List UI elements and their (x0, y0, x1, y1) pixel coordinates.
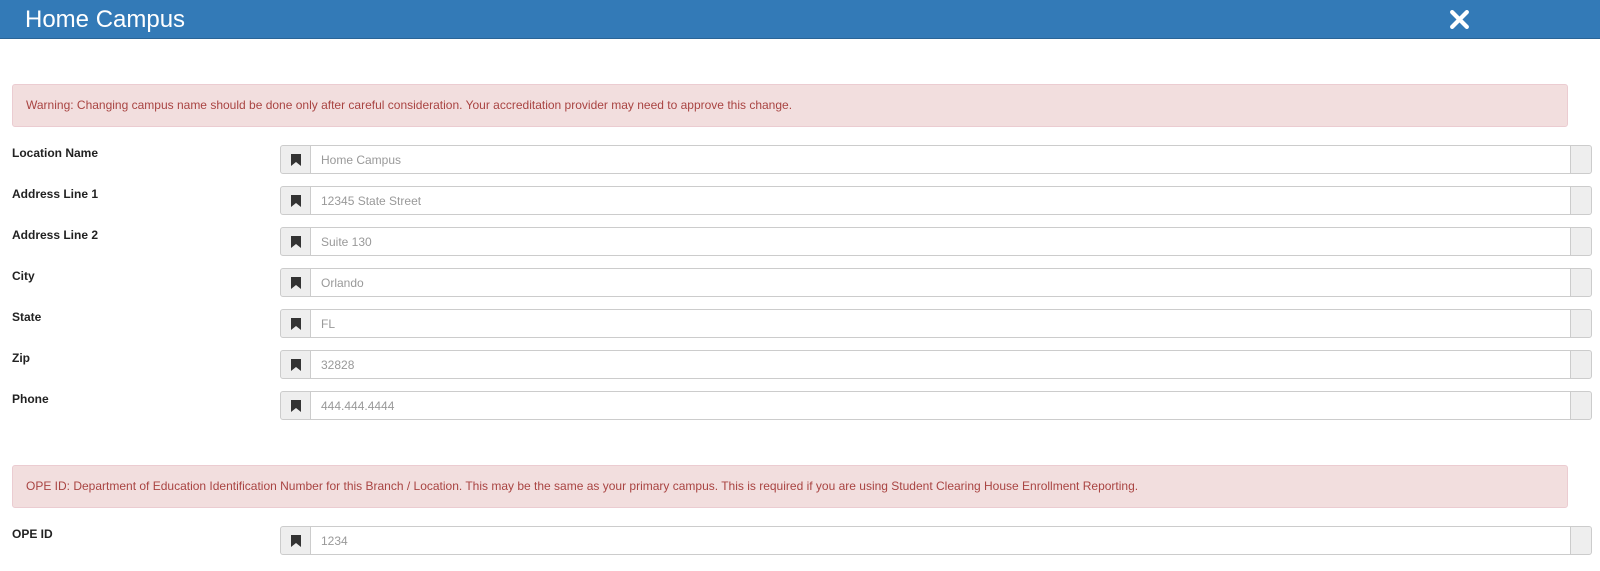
city-right-addon (1570, 268, 1592, 297)
zip-row: Zip (0, 350, 1600, 379)
phone-row: Phone (0, 391, 1600, 420)
address-line-2-group (280, 227, 1592, 256)
ope-id-label: OPE ID (12, 527, 53, 541)
bookmark-icon (280, 350, 311, 379)
ope-id-row: OPE ID (0, 526, 1600, 555)
address-line-2-label: Address Line 2 (12, 228, 99, 242)
state-input[interactable] (311, 309, 1570, 338)
bookmark-icon (280, 268, 311, 297)
modal-title: Home Campus (25, 6, 186, 33)
zip-input[interactable] (311, 350, 1570, 379)
ope-id-right-addon (1570, 526, 1592, 555)
phone-right-addon (1570, 391, 1592, 420)
location-name-input[interactable] (311, 145, 1570, 174)
zip-label: Zip (12, 351, 30, 365)
address-line-2-row: Address Line 2 (0, 227, 1600, 256)
location-name-group (280, 145, 1592, 174)
bookmark-icon (280, 186, 311, 215)
bookmark-icon (280, 227, 311, 256)
bookmark-icon (280, 526, 311, 555)
state-right-addon (1570, 309, 1592, 338)
address-line-2-input[interactable] (311, 227, 1570, 256)
zip-right-addon (1570, 350, 1592, 379)
location-name-right-addon (1570, 145, 1592, 174)
warning-alert: Warning: Changing campus name should be … (12, 84, 1568, 127)
state-row: State (0, 309, 1600, 338)
state-group (280, 309, 1592, 338)
address-line-1-input[interactable] (311, 186, 1570, 215)
phone-input[interactable] (311, 391, 1570, 420)
location-name-row: Location Name (0, 145, 1600, 174)
address-line-1-right-addon (1570, 186, 1592, 215)
zip-group (280, 350, 1592, 379)
city-row: City (0, 268, 1600, 297)
phone-group (280, 391, 1592, 420)
bookmark-icon (280, 145, 311, 174)
ope-id-input[interactable] (311, 526, 1570, 555)
warning-text: Warning: Changing campus name should be … (26, 98, 793, 112)
city-input[interactable] (311, 268, 1570, 297)
ope-info-text: OPE ID: Department of Education Identifi… (26, 479, 1139, 493)
address-line-1-group (280, 186, 1592, 215)
location-name-label: Location Name (12, 146, 99, 160)
close-icon[interactable] (1449, 9, 1470, 30)
bookmark-icon (280, 391, 311, 420)
modal-header: Home Campus (0, 0, 1600, 39)
city-group (280, 268, 1592, 297)
bookmark-icon (280, 309, 311, 338)
address-line-1-label: Address Line 1 (12, 187, 99, 201)
state-label: State (12, 310, 42, 324)
address-line-1-row: Address Line 1 (0, 186, 1600, 215)
phone-label: Phone (12, 392, 49, 406)
address-line-2-right-addon (1570, 227, 1592, 256)
ope-info-alert: OPE ID: Department of Education Identifi… (12, 465, 1568, 508)
ope-id-group (280, 526, 1592, 555)
city-label: City (12, 269, 35, 283)
